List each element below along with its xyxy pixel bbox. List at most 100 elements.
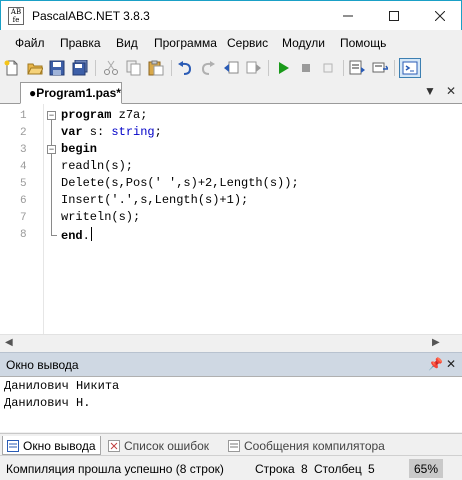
- new-file-button[interactable]: [2, 58, 22, 78]
- tab-compiler-messages[interactable]: Сообщения компилятора: [224, 436, 389, 455]
- copy-icon: [126, 60, 141, 76]
- keyword: end: [61, 229, 83, 243]
- tab-program1[interactable]: ●Program1.pas*: [20, 82, 122, 104]
- tab-list-dropdown-icon[interactable]: ▼: [424, 84, 436, 98]
- redo-button[interactable]: [198, 58, 218, 78]
- open-button[interactable]: [25, 58, 45, 78]
- code-line-8: end.: [61, 227, 93, 244]
- fold-toggle-icon[interactable]: −: [47, 145, 56, 154]
- line-number: 7: [20, 212, 27, 224]
- redo-icon: [201, 61, 215, 75]
- open-folder-icon: [27, 63, 43, 75]
- row-value: 8: [301, 462, 308, 476]
- cut-button[interactable]: [101, 58, 121, 78]
- output-panel-header: Окно вывода 📌 ✕: [0, 352, 462, 376]
- minimize-icon: [343, 15, 353, 17]
- line-number-gutter: 1 2 3 4 5 6 7 8: [0, 104, 44, 334]
- menu-view[interactable]: Вид: [116, 36, 138, 50]
- code-line-2: var s: string;: [61, 125, 162, 142]
- line-number: 2: [20, 127, 27, 139]
- error-list-icon: [108, 440, 120, 452]
- save-all-icon: [72, 60, 88, 76]
- type-name: string: [111, 125, 155, 139]
- new-file-icon: [4, 60, 18, 76]
- code-text: .: [82, 229, 90, 243]
- tab-label: Список ошибок: [124, 439, 210, 453]
- code-line-7: writeln(s);: [61, 210, 141, 224]
- toolbar: [0, 56, 462, 80]
- code-line-5: Delete(s,Pos(' ',s)+2,Length(s));: [61, 176, 299, 190]
- output-console[interactable]: Данилович Никита Данилович Н.: [0, 376, 462, 432]
- close-icon: [435, 11, 445, 21]
- debug-button[interactable]: [370, 58, 390, 78]
- undo-button[interactable]: [175, 58, 195, 78]
- output-line: Данилович Никита: [4, 379, 120, 393]
- stop-button[interactable]: [296, 58, 316, 78]
- close-button[interactable]: [417, 1, 462, 31]
- maximize-button[interactable]: [371, 1, 417, 31]
- compile-button[interactable]: [318, 58, 338, 78]
- code-text: s:: [82, 125, 112, 139]
- save-icon: [49, 60, 65, 76]
- tab-error-list[interactable]: Список ошибок: [104, 436, 213, 455]
- navigate-back-icon: [224, 61, 239, 74]
- save-button[interactable]: [47, 58, 67, 78]
- output-line: Данилович Н.: [4, 396, 91, 410]
- code-line-1: program z7a;: [61, 108, 147, 125]
- compiler-messages-icon: [228, 440, 240, 452]
- fold-end-mark: [51, 235, 57, 236]
- navigate-forward-button[interactable]: [244, 58, 264, 78]
- fold-toggle-icon[interactable]: −: [47, 111, 56, 120]
- line-number: 8: [20, 229, 27, 241]
- debug-icon: [372, 62, 388, 73]
- keyword: var: [61, 125, 83, 139]
- zoom-level[interactable]: 65%: [409, 459, 443, 478]
- run-button[interactable]: [273, 58, 293, 78]
- minimize-button[interactable]: [325, 1, 371, 31]
- line-number: 6: [20, 195, 27, 207]
- tab-close-icon[interactable]: ✕: [446, 84, 456, 98]
- save-all-button[interactable]: [70, 58, 90, 78]
- column-value: 5: [368, 462, 375, 476]
- scroll-left-icon[interactable]: ◀: [5, 337, 13, 348]
- compile-icon: [323, 63, 333, 73]
- window-title: PascalABC.NET 3.8.3: [32, 9, 150, 23]
- code-line-3: begin: [61, 142, 97, 159]
- line-number: 3: [20, 144, 27, 156]
- scroll-right-icon[interactable]: ▶: [432, 337, 440, 348]
- code-text: z7a;: [111, 108, 148, 122]
- panel-close-icon[interactable]: ✕: [446, 357, 456, 371]
- output-window-icon: [402, 61, 418, 75]
- copy-button[interactable]: [124, 58, 144, 78]
- menu-help[interactable]: Помощь: [340, 36, 386, 50]
- fold-line: [51, 120, 52, 146]
- row-label: Строка: [255, 462, 295, 476]
- toolbar-separator: [343, 60, 344, 76]
- output-window-button[interactable]: [399, 58, 421, 78]
- pin-icon[interactable]: 📌: [428, 357, 443, 371]
- tab-output-window[interactable]: Окно вывода: [2, 436, 101, 455]
- output-panel-title: Окно вывода: [6, 358, 79, 372]
- paste-icon: [148, 60, 164, 76]
- navigate-back-button[interactable]: [221, 58, 241, 78]
- menu-program[interactable]: Программа: [154, 36, 217, 50]
- horizontal-scrollbar[interactable]: ◀ ▶: [0, 334, 462, 351]
- status-message: Компиляция прошла успешно (8 строк): [6, 462, 224, 476]
- output-window-icon: [7, 439, 19, 452]
- menu-service[interactable]: Сервис: [227, 36, 268, 50]
- code-line-6: Insert('.',s,Length(s)+1);: [61, 193, 249, 207]
- code-editor[interactable]: 1 2 3 4 5 6 7 8 − − program z7a; var s: …: [0, 104, 462, 334]
- editor-tabstrip: ●Program1.pas* ▼ ✕: [0, 80, 462, 104]
- code-text: ;: [154, 125, 162, 139]
- cut-icon: [104, 60, 118, 75]
- menu-edit[interactable]: Правка: [60, 36, 101, 50]
- run-icon: [279, 62, 289, 74]
- step-button[interactable]: [347, 58, 367, 78]
- toolbar-separator: [171, 60, 172, 76]
- step-icon: [349, 60, 365, 75]
- paste-button[interactable]: [146, 58, 166, 78]
- tab-label: Сообщения компилятора: [244, 439, 385, 453]
- menu-modules[interactable]: Модули: [282, 36, 325, 50]
- app-icon: AB fe: [8, 7, 24, 25]
- menu-file[interactable]: Файл: [15, 36, 45, 50]
